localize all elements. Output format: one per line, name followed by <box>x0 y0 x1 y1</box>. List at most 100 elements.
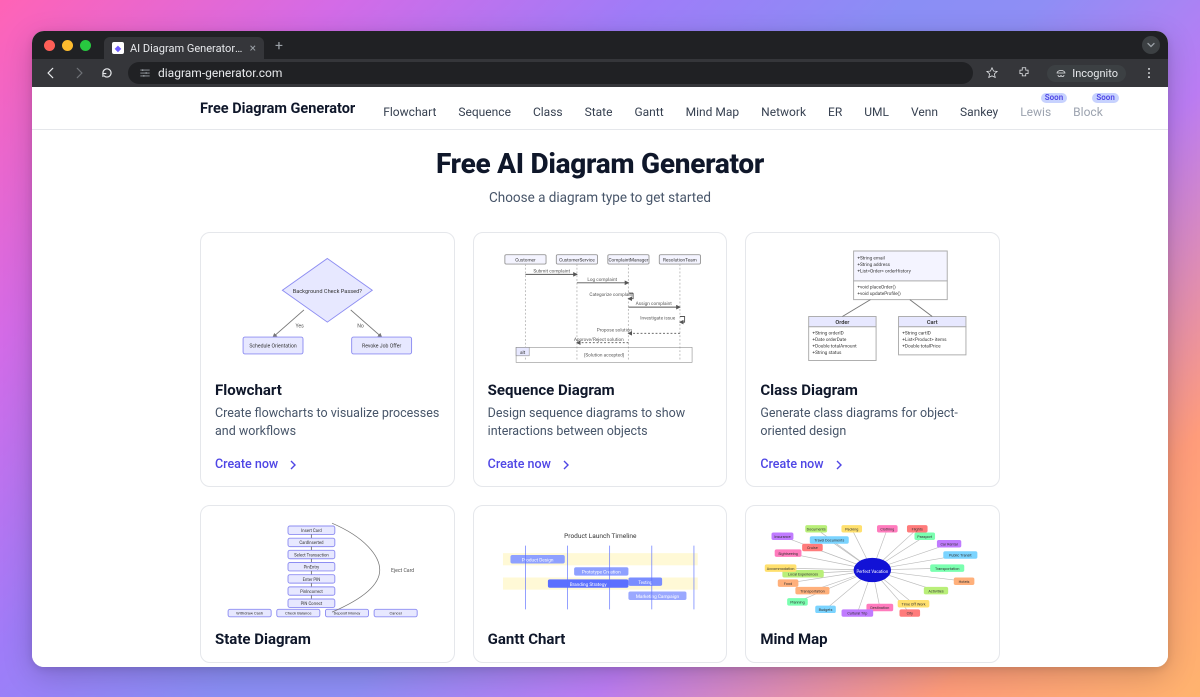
svg-text:CardInserted: CardInserted <box>299 542 324 547</box>
nav-link-label: Block <box>1073 105 1103 119</box>
card-mindmap[interactable]: Perfect Vacation Documents Packing Clothin… <box>745 505 1000 663</box>
tab-title: AI Diagram Generator | Create <box>130 42 244 55</box>
nav-link-class[interactable]: Class <box>533 98 563 118</box>
svg-text:[Solution accepted]: [Solution accepted] <box>584 352 624 359</box>
svg-text:Background Check Passed?: Background Check Passed? <box>293 289 363 295</box>
browser-window: ◆ AI Diagram Generator | Create × + <box>32 31 1168 667</box>
card-title: Gantt Chart <box>488 630 713 648</box>
svg-text:+String orderID: +String orderID <box>813 330 844 336</box>
svg-text:Check Balance: Check Balance <box>285 611 311 616</box>
create-now-link[interactable]: Create now <box>760 457 985 472</box>
back-button[interactable] <box>42 64 60 82</box>
svg-text:Approve/Reject solution: Approve/Reject solution <box>574 337 624 343</box>
svg-text:Cruise: Cruise <box>807 546 818 550</box>
svg-text:Destination: Destination <box>871 606 890 610</box>
card-gantt[interactable]: Product Launch Timeline Product Design P… <box>473 505 728 663</box>
svg-text:Budgets: Budgets <box>819 608 833 612</box>
nav-link-gantt[interactable]: Gantt <box>634 98 663 118</box>
card-state[interactable]: Insert CardCardInsertedSelect Transactio… <box>200 505 455 663</box>
reload-button[interactable] <box>98 64 116 82</box>
chevron-right-icon <box>834 460 844 470</box>
svg-text:Flights: Flights <box>912 528 923 532</box>
card-class[interactable]: +String email +String address +List<Orde… <box>745 232 1000 487</box>
create-now-link[interactable]: Create now <box>488 457 713 472</box>
kebab-menu-icon[interactable] <box>1140 64 1158 82</box>
soon-badge: Soon <box>1041 93 1067 103</box>
forward-button[interactable] <box>70 64 88 82</box>
svg-text:Deposit Money: Deposit Money <box>334 611 361 616</box>
svg-text:Insurance: Insurance <box>775 535 791 539</box>
card-sequence[interactable]: CustomerCustomerServiceComplaintManagerR… <box>473 232 728 487</box>
nav-link-er[interactable]: ER <box>828 98 842 118</box>
svg-text:Eject Card: Eject Card <box>391 568 414 574</box>
svg-text:No: No <box>357 324 364 330</box>
page-title: Free AI Diagram Generator <box>32 147 1168 180</box>
svg-text:Assign complaint: Assign complaint <box>635 301 672 307</box>
tab-list-chevron-icon[interactable] <box>1142 36 1160 54</box>
thumb-sequence: CustomerCustomerServiceComplaintManagerR… <box>488 247 713 371</box>
primary-nav: Flowchart Sequence Class State Gantt Mind Map… <box>383 98 1103 118</box>
cta-text: Create now <box>215 457 278 472</box>
svg-text:Perfect Vacation: Perfect Vacation <box>857 570 889 575</box>
svg-text:Transportation: Transportation <box>935 567 959 571</box>
nav-link-sankey[interactable]: Sankey <box>960 98 998 118</box>
svg-text:Investigate issue: Investigate issue <box>640 315 676 321</box>
nav-link-venn[interactable]: Venn <box>911 98 938 118</box>
card-flowchart[interactable]: Background Check Passed? Yes No Schedule… <box>200 232 455 487</box>
url-text: diagram-generator.com <box>158 66 282 80</box>
svg-text:Documents: Documents <box>807 528 826 532</box>
svg-text:PinIncorrect: PinIncorrect <box>300 590 323 595</box>
svg-text:ComplaintManager: ComplaintManager <box>608 257 648 263</box>
nav-link-lewis[interactable]: LewisSoon <box>1020 98 1051 118</box>
nav-link-label: Gantt <box>634 105 663 119</box>
nav-link-mind-map[interactable]: Mind Map <box>686 98 740 118</box>
maximize-window-button[interactable] <box>80 40 91 51</box>
url-input[interactable]: diagram-generator.com <box>128 62 973 84</box>
nav-link-network[interactable]: Network <box>761 98 806 118</box>
page-subtitle: Choose a diagram type to get started <box>32 190 1168 206</box>
svg-text:Testing: Testing <box>638 581 652 586</box>
svg-text:Public Transit: Public Transit <box>949 554 972 558</box>
close-window-button[interactable] <box>44 40 55 51</box>
site-settings-icon[interactable] <box>138 66 152 80</box>
nav-link-flowchart[interactable]: Flowchart <box>383 98 436 118</box>
svg-text:Activities: Activities <box>929 590 944 594</box>
svg-text:CustomerService: CustomerService <box>559 257 595 263</box>
cta-text: Create now <box>488 457 551 472</box>
card-title: State Diagram <box>215 630 440 648</box>
svg-text:Yes: Yes <box>296 324 305 330</box>
nav-link-label: Class <box>533 105 563 119</box>
bookmark-star-icon[interactable] <box>983 64 1001 82</box>
nav-link-sequence[interactable]: Sequence <box>458 98 511 118</box>
card-desc: Design sequence diagrams to show interac… <box>488 405 713 441</box>
browser-tab[interactable]: ◆ AI Diagram Generator | Create × <box>104 37 264 59</box>
thumb-flowchart: Background Check Passed? Yes No Schedule… <box>215 247 440 371</box>
svg-text:Clothing: Clothing <box>881 528 895 532</box>
svg-text:Categorize complaint: Categorize complaint <box>589 292 634 298</box>
nav-link-label: Flowchart <box>383 105 436 119</box>
thumb-state: Insert CardCardInsertedSelect Transactio… <box>215 520 440 620</box>
soon-badge: Soon <box>1092 93 1118 103</box>
svg-text:Prototype Creation: Prototype Creation <box>582 570 621 576</box>
incognito-badge[interactable]: Incognito <box>1047 65 1126 82</box>
svg-text:Travel Documents: Travel Documents <box>815 539 845 543</box>
new-tab-button[interactable]: + <box>275 38 283 54</box>
minimize-window-button[interactable] <box>62 40 73 51</box>
nav-link-state[interactable]: State <box>585 98 613 118</box>
svg-text:Cart: Cart <box>927 320 938 326</box>
svg-text:Food: Food <box>784 582 792 586</box>
nav-link-uml[interactable]: UML <box>864 98 889 118</box>
site-logo[interactable]: Free Diagram Generator <box>200 100 355 117</box>
svg-text:Packing: Packing <box>845 528 858 532</box>
card-desc: Create flowcharts to visualize processes… <box>215 405 440 441</box>
nav-link-block[interactable]: BlockSoon <box>1073 98 1103 118</box>
nav-link-label: Venn <box>911 105 938 119</box>
thumb-mindmap: Perfect Vacation Documents Packing Clothin… <box>760 520 985 620</box>
svg-text:Product Design: Product Design <box>521 558 553 564</box>
extensions-icon[interactable] <box>1015 64 1033 82</box>
close-tab-icon[interactable]: × <box>250 42 256 54</box>
nav-link-label: UML <box>864 105 889 119</box>
nav-link-label: Lewis <box>1020 105 1051 119</box>
create-now-link[interactable]: Create now <box>215 457 440 472</box>
svg-text:Product Launch Timeline: Product Launch Timeline <box>564 532 637 540</box>
